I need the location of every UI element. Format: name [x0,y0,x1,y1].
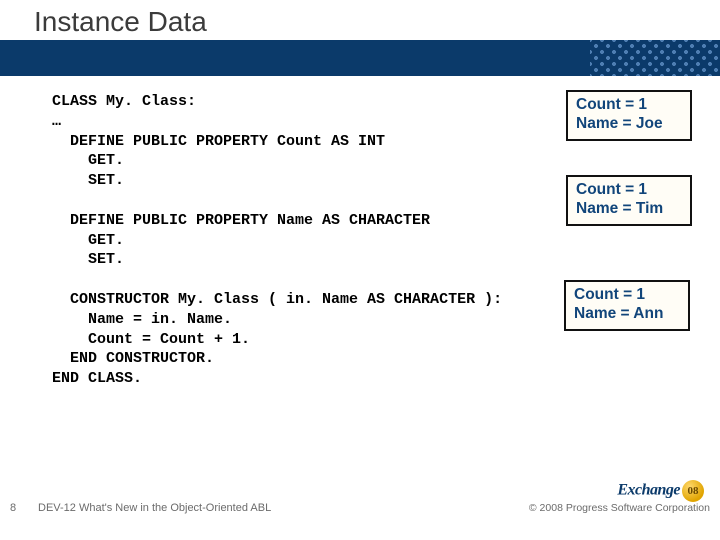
header-dots [590,40,720,76]
instance-box-1: Count = 1 Name = Joe [566,90,692,141]
footer-session-title: DEV-12 What's New in the Object-Oriented… [38,502,271,514]
instance-box-line: Count = 1 [576,181,682,200]
footer: 8 DEV-12 What's New in the Object-Orient… [0,500,720,534]
instance-box-line: Count = 1 [576,96,682,115]
instance-box-line: Name = Joe [576,115,682,134]
header-band [0,40,720,76]
instance-box-2: Count = 1 Name = Tim [566,175,692,226]
copyright: © 2008 Progress Software Corporation [529,502,710,514]
logo-year-badge: 08 [682,480,704,502]
instance-box-line: Name = Ann [574,305,680,324]
logo-text: Exchange [617,482,680,499]
slide-title: Instance Data [34,6,207,38]
instance-box-line: Name = Tim [576,200,682,219]
instance-box-3: Count = 1 Name = Ann [564,280,690,331]
page-number: 8 [10,502,16,514]
instance-box-line: Count = 1 [574,286,680,305]
